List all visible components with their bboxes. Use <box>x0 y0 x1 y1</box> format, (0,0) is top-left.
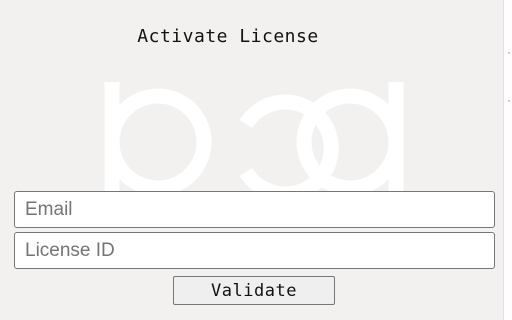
license-id-field[interactable] <box>14 232 495 269</box>
dialog-title: Activate License <box>137 26 319 47</box>
bd-logo-watermark-icon <box>104 82 404 198</box>
window-edge <box>503 0 512 320</box>
scroll-tick <box>508 100 510 102</box>
validate-button[interactable]: Validate <box>173 276 335 305</box>
activate-license-dialog: Activate License Validate <box>0 0 503 320</box>
email-field[interactable] <box>14 191 495 228</box>
scroll-tick <box>508 52 510 54</box>
